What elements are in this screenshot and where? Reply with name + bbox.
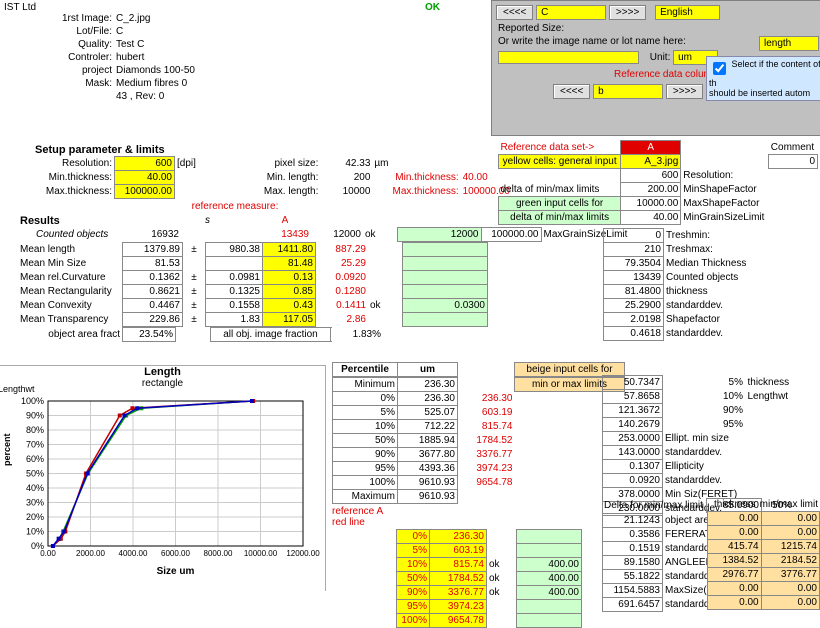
control-panel: <<<< C >>>> English Reported Size: Or wr… (491, 0, 820, 136)
svg-text:10%: 10% (26, 527, 44, 537)
image-name: C_2.jpg (114, 12, 197, 25)
svg-text:10000.00: 10000.00 (244, 549, 278, 558)
prev-button[interactable]: <<<< (496, 5, 533, 20)
reported-size-label: Reported Size: (498, 23, 564, 34)
refmeasure-label: reference measure: (35, 201, 435, 212)
results-title: Results (18, 214, 122, 228)
or-write-label: Or write the image name or lot name here… (498, 36, 686, 47)
refA-label: reference A (332, 506, 625, 517)
ok-status: OK (425, 2, 440, 13)
svg-text:90%: 90% (26, 411, 44, 421)
setup-title: Setup parameter & limits (35, 144, 512, 156)
svg-text:70%: 70% (26, 440, 44, 450)
insert-checkbox[interactable] (713, 62, 726, 75)
length-chart: Length rectangle Lengthwt 0%10%20%30%40%… (0, 365, 326, 591)
svg-text:2000.00: 2000.00 (76, 549, 105, 558)
next-col-button[interactable]: >>>> (666, 84, 703, 99)
svg-text:8000.00: 8000.00 (204, 549, 233, 558)
svg-text:20%: 20% (26, 512, 44, 522)
svg-text:60%: 60% (26, 454, 44, 464)
svg-text:50%: 50% (26, 469, 44, 479)
svg-text:12000.00: 12000.00 (286, 549, 320, 558)
info-table: 1rst Image:C_2.jpg Lot/File:C Quality:Te… (35, 12, 197, 103)
lang-field[interactable]: English (655, 5, 720, 20)
svg-text:0.00: 0.00 (40, 549, 56, 558)
svg-text:30%: 30% (26, 498, 44, 508)
current-field[interactable]: C (536, 5, 606, 20)
svg-text:Size um: Size um (157, 566, 195, 577)
svg-text:4000.00: 4000.00 (119, 549, 148, 558)
brand-label: IST Ltd (4, 2, 36, 13)
tooltip: Select if the content of thshould be ins… (706, 56, 820, 101)
prev-col-button[interactable]: <<<< (553, 84, 590, 99)
svg-text:6000.00: 6000.00 (161, 549, 190, 558)
col-field[interactable]: b (593, 84, 663, 99)
imagename-input[interactable] (498, 51, 639, 64)
size-field[interactable]: length (759, 36, 819, 51)
svg-text:40%: 40% (26, 483, 44, 493)
next-button[interactable]: >>>> (609, 5, 646, 20)
svg-text:100%: 100% (21, 396, 44, 406)
redline-label: red line (332, 517, 625, 528)
svg-text:80%: 80% (26, 425, 44, 435)
